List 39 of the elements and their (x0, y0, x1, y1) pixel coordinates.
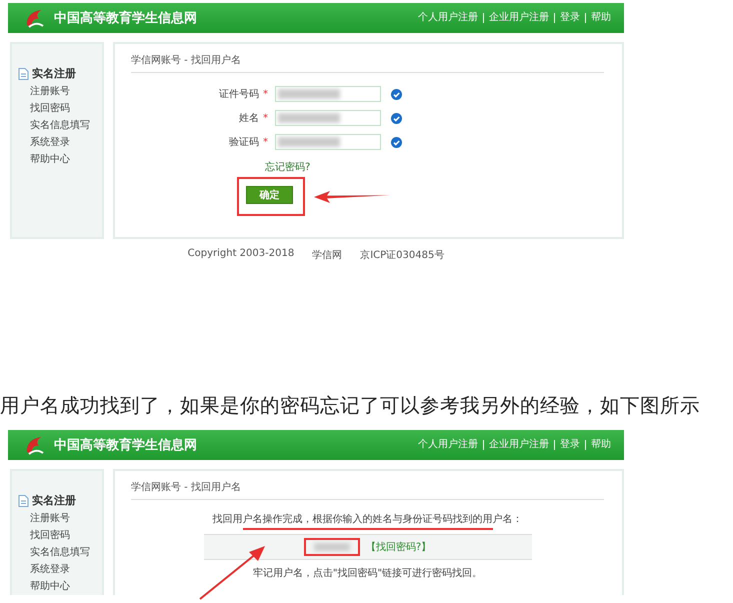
sidebar-item[interactable]: 帮助中心 (30, 154, 102, 166)
sidebar-item[interactable]: 实名信息填写 (30, 120, 102, 132)
find-password-link[interactable]: 【找回密码?】 (366, 540, 432, 554)
sidebar-item[interactable]: 找回密码 (30, 103, 102, 115)
required-mark: * (263, 112, 269, 124)
result-message: 找回用户名操作完成，根据你输入的姓名与身份证号码找到的用户名： (212, 512, 522, 526)
nav-link[interactable]: 个人用户注册 (413, 13, 483, 23)
sidebar-item[interactable]: 实名信息填写 (30, 547, 102, 559)
sidebar-heading: 实名注册 (32, 66, 76, 81)
breadcrumb: 学信网账号 - 找回用户名 (131, 53, 604, 73)
forgot-password-link[interactable]: 忘记密码? (265, 160, 310, 174)
nav-link[interactable]: 登录 (554, 13, 585, 23)
sidebar-item[interactable]: 系统登录 (30, 564, 102, 576)
required-mark: * (263, 136, 269, 148)
sidebar-item[interactable]: 帮助中心 (30, 581, 102, 593)
nav-link[interactable]: 帮助 (585, 440, 616, 450)
field-label: 证件号码 (218, 88, 260, 101)
site-title: 中国高等教育学生信息网 (54, 10, 197, 27)
sidebar-item[interactable]: 系统登录 (30, 137, 102, 149)
required-mark: * (263, 88, 269, 100)
sidebar-item[interactable]: 找回密码 (30, 530, 102, 542)
sidebar-item[interactable]: 注册账号 (30, 513, 102, 525)
nav-link[interactable]: 帮助 (585, 13, 616, 23)
confirm-button[interactable]: 确定 (246, 186, 293, 204)
field-label: 验证码 (228, 136, 260, 149)
footer-text: 京ICP证030485号 (360, 248, 444, 262)
nav-link[interactable]: 登录 (554, 440, 585, 450)
hint-text: 牢记用户名，点击"找回密码"链接可进行密码找回。 (252, 566, 482, 580)
nav-link[interactable]: 个人用户注册 (413, 440, 483, 450)
footer-text: 学信网 (312, 249, 342, 262)
breadcrumb: 学信网账号 - 找回用户名 (131, 480, 604, 500)
field-label: 姓名 (238, 112, 260, 125)
footer-text: Copyright 2003-2018 (188, 248, 294, 261)
article-paragraph: 用户名成功找到了，如果是你的密码忘记了可以参考我另外的经验，如下图所示 (0, 393, 701, 419)
nav-link[interactable]: 企业用户注册 (483, 440, 554, 450)
sidebar-item[interactable]: 注册账号 (30, 86, 102, 98)
sidebar-heading: 实名注册 (32, 493, 76, 508)
nav-link[interactable]: 企业用户注册 (483, 13, 554, 23)
site-title: 中国高等教育学生信息网 (54, 436, 197, 454)
